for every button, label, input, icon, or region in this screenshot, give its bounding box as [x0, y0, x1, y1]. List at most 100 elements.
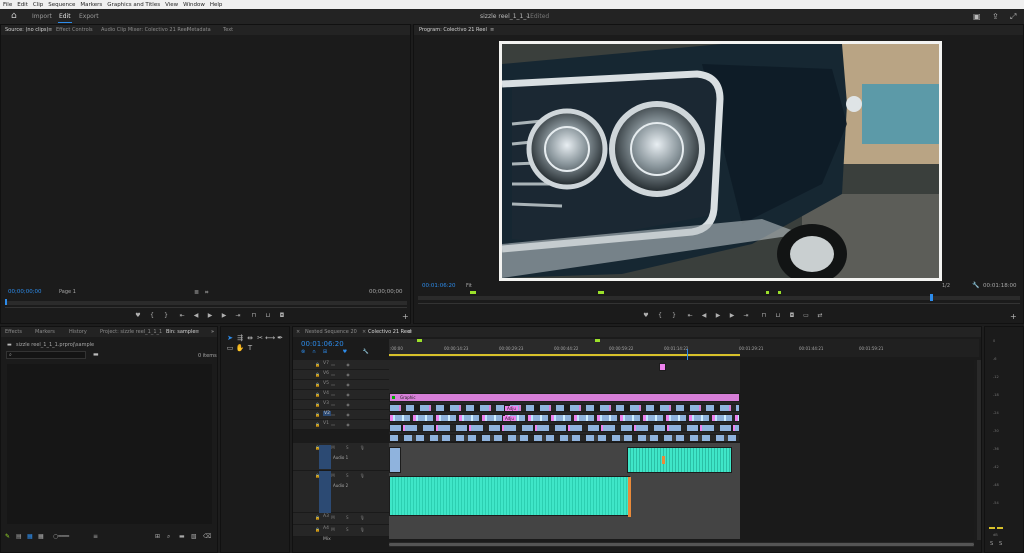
track-header-v5[interactable]: 🔒 ▭ ◉ V5 [293, 380, 389, 390]
timeline-ruler[interactable]: :00:00 00:00:14:23 00:00:29:23 00:00:44:… [389, 339, 979, 357]
proxy-icon[interactable]: ⇄ [816, 312, 824, 319]
track-header-v2[interactable]: 🔒 ▭ ◉ V2 [293, 410, 389, 420]
tab-project[interactable]: Project: sizzle reel_1_1_1 [100, 329, 162, 335]
tab-bin-sample[interactable]: Bin: sample [166, 329, 195, 335]
program-video-frame[interactable] [499, 41, 942, 284]
clip-graphic[interactable]: Graphic [389, 393, 740, 402]
source-playhead[interactable] [5, 299, 7, 305]
add-button-icon[interactable]: + [402, 312, 409, 321]
ripple-edit-icon[interactable]: ⇹ [245, 333, 255, 343]
track-header-a4[interactable]: 🔒 M S 🎙 A4 [293, 525, 389, 537]
resolution-select[interactable]: 1/2 [942, 283, 950, 289]
wrench-icon[interactable]: 🔧 [972, 282, 979, 289]
lock-icon[interactable]: ▤ [16, 533, 22, 540]
share-icon[interactable]: ⇪ [992, 12, 999, 21]
mark-out-icon[interactable]: } [670, 312, 678, 319]
hand-tool-icon[interactable]: ✋ [235, 343, 245, 353]
selection-tool-icon[interactable]: ➤ [225, 333, 235, 343]
bin-content[interactable] [7, 364, 212, 524]
marker-icon[interactable]: ♥ [642, 312, 650, 319]
tab-effects[interactable]: Effects [5, 329, 22, 335]
track-header-a1[interactable]: 🔒 M S 🎙 Audio 1 [293, 443, 389, 471]
export-frame-icon[interactable]: ◘ [788, 312, 796, 319]
export-frame-icon[interactable]: ◘ [278, 312, 286, 319]
icon-view-icon[interactable]: ▦ [38, 533, 44, 540]
goto-out-icon[interactable]: ⇥ [234, 312, 242, 319]
track-area[interactable]: Graphic Adju Adju [389, 360, 974, 540]
step-back-icon[interactable]: ◀ [700, 312, 708, 319]
mark-in-icon[interactable]: { [148, 312, 156, 319]
track-header-v6[interactable]: 🔒 ▭ ◉ V6 [293, 370, 389, 380]
source-zoom-bar[interactable] [5, 307, 407, 308]
tab-history[interactable]: History [69, 329, 87, 335]
tab-text[interactable]: Text [223, 27, 233, 33]
comparison-icon[interactable]: ▭ [802, 312, 810, 319]
clip-v1-strip[interactable] [389, 424, 740, 432]
sort-icon[interactable]: ≡ [93, 533, 98, 540]
settings-icon[interactable]: ≣ [194, 289, 199, 296]
close-icon[interactable]: × [362, 329, 366, 335]
menu-file[interactable]: File [3, 2, 12, 8]
maximize-icon[interactable]: ⤢ [1010, 12, 1016, 22]
clip-v1b-strip[interactable] [389, 434, 740, 442]
menu-help[interactable]: Help [210, 2, 223, 8]
transition-marker[interactable] [628, 477, 631, 517]
timeline-menu-icon[interactable]: ≡ [408, 329, 412, 335]
clip-audio-a1-start[interactable] [389, 447, 401, 473]
more-tabs-icon[interactable]: » [211, 329, 214, 335]
program-zoom-bar[interactable] [418, 303, 1020, 304]
menu-window[interactable]: Window [183, 2, 205, 8]
play-icon[interactable]: ▶ [206, 312, 214, 319]
keyframe[interactable] [662, 456, 665, 464]
menu-graphics[interactable]: Graphics and Titles [107, 2, 160, 8]
bin-search-input[interactable]: ⌕ [6, 351, 86, 359]
scale-icon[interactable]: ⌗ [205, 289, 208, 297]
track-header-v1[interactable]: 🔒 ▭ ◉ V1 [293, 420, 389, 430]
track-header-a2[interactable]: 🔒 M S 🎙 Audio 2 [293, 471, 389, 513]
zoom-slider[interactable]: ○━━━ [53, 533, 69, 540]
horizontal-scrollbar[interactable] [389, 542, 974, 547]
track-controls-icon[interactable]: 🔒 M S 🎙 [315, 445, 375, 450]
tab-edit[interactable]: Edit [58, 13, 72, 23]
menu-view[interactable]: View [165, 2, 178, 8]
type-tool-icon[interactable]: T [245, 343, 255, 353]
tab-export[interactable]: Export [79, 13, 99, 20]
find-icon[interactable]: ⌕ [167, 533, 170, 541]
program-timecode[interactable]: 00:01:06:20 [422, 283, 456, 289]
clip-v7[interactable] [659, 363, 666, 371]
new-bin-icon[interactable]: ▬ [179, 533, 185, 540]
overwrite-icon[interactable]: ⊔ [264, 312, 272, 319]
marker-icon[interactable]: ♥ [134, 312, 142, 319]
close-icon[interactable]: × [296, 329, 300, 335]
tab-effect-controls[interactable]: Effect Controls [56, 27, 93, 33]
goto-in-icon[interactable]: ⇤ [178, 312, 186, 319]
razor-icon[interactable]: ✂ [255, 333, 265, 343]
vertical-scrollbar[interactable] [977, 360, 981, 540]
mark-out-icon[interactable]: } [162, 312, 170, 319]
program-playhead[interactable] [930, 294, 933, 301]
track-header-v4[interactable]: 🔒 ▭ ◉ V4 [293, 390, 389, 400]
menu-sequence[interactable]: Sequence [48, 2, 75, 8]
tab-metadata[interactable]: Metadata [187, 27, 211, 33]
fullscreen-icon[interactable]: ▣ [973, 12, 981, 21]
bin-menu-icon[interactable]: ≡ [195, 329, 199, 335]
timeline-timecode[interactable]: 00:01:06:20 [301, 340, 344, 348]
pen-icon[interactable]: ✒ [275, 333, 285, 343]
tab-colectivo-reel[interactable]: Colectivo 21 Reel [368, 329, 411, 335]
home-icon[interactable]: ⌂ [11, 11, 17, 21]
step-back-icon[interactable]: ◀ [192, 312, 200, 319]
track-header-v3[interactable]: 🔒 ▭ ◉ V3 [293, 400, 389, 410]
new-bin-icon[interactable]: ▬ [93, 351, 99, 358]
program-menu-icon[interactable]: ≡ [490, 27, 494, 33]
timeline-toggles[interactable]: ⊗∩⊞ ♥ 🔧 [301, 349, 381, 356]
step-forward-icon[interactable]: ▶ [728, 312, 736, 319]
pencil-icon[interactable]: ✎ [5, 533, 10, 540]
track-header-a3[interactable]: 🔒 M S 🎙 A3 [293, 513, 389, 525]
source-ruler[interactable] [5, 301, 407, 305]
track-header-v7[interactable]: 🔒 ▭ ◉ V7 [293, 360, 389, 370]
step-forward-icon[interactable]: ▶ [220, 312, 228, 319]
menu-edit[interactable]: Edit [17, 2, 28, 8]
extract-icon[interactable]: ⊔ [774, 312, 782, 319]
tab-import[interactable]: Import [32, 13, 52, 20]
insert-icon[interactable]: ⊓ [250, 312, 258, 319]
